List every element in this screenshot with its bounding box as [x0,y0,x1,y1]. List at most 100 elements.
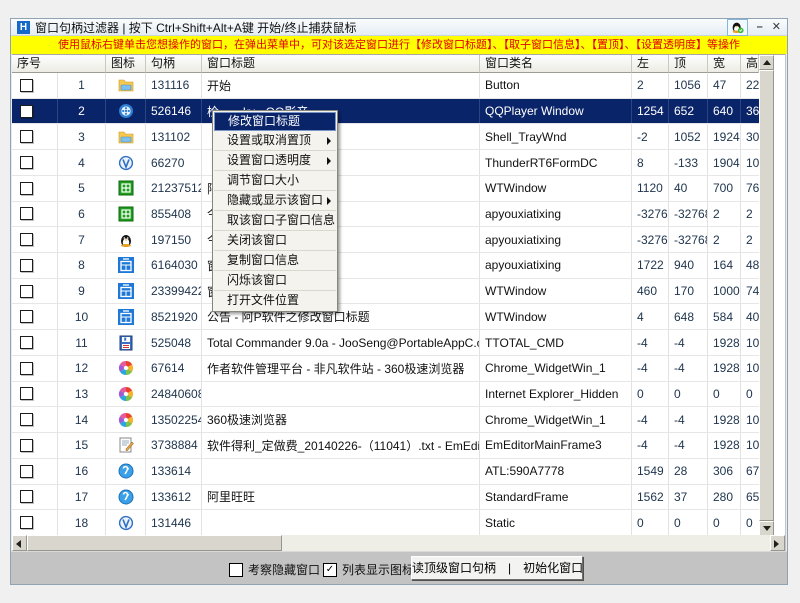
row-checkbox[interactable] [20,259,33,272]
row-checkbox[interactable] [20,336,33,349]
table-row[interactable]: 86164030窗……apyouxiatixing172294016448 [12,253,759,279]
table-cell [106,253,146,278]
row-checkbox[interactable] [20,310,33,323]
row-checkbox[interactable] [20,79,33,92]
table-row[interactable]: 466270ThunderRT6FormDC8-133190410 [12,150,759,176]
row-checkbox[interactable] [20,233,33,246]
table-cell: -32768 [669,202,708,227]
row-checkbox[interactable] [20,362,33,375]
scroll-up-button[interactable] [759,55,774,70]
column-header[interactable]: 序号 [12,55,106,73]
context-menu-item[interactable]: 设置窗口透明度 [214,151,336,171]
table-row[interactable]: 17133612阿里旺旺StandardFrame15623728065 [12,485,759,511]
table-cell: WTWindow [480,304,632,329]
context-menu-item[interactable]: 修改窗口标题 [214,112,336,131]
table-row[interactable]: 11525048Total Commander 9.0a - JooSeng@P… [12,330,759,356]
table-cell: -4 [632,433,669,458]
table-cell: 170 [669,279,708,304]
show-icons-checkbox[interactable] [323,563,337,577]
table-cell [12,202,58,227]
table-row[interactable]: 108521920公告 - 阿P软件之修改窗口标题WTWindow4648584… [12,304,759,330]
row-checkbox[interactable] [20,105,33,118]
row-checkbox[interactable] [20,182,33,195]
vertical-scrollbar[interactable] [759,55,774,536]
row-checkbox[interactable] [20,465,33,478]
table-cell: 67 [741,459,759,484]
table-cell: 47 [708,73,741,98]
table-cell: 7 [58,227,106,252]
table-cell: WTWindow [480,279,632,304]
column-header[interactable]: 窗口标题 [202,55,480,73]
context-menu-item[interactable]: 调节窗口大小 [214,171,336,191]
table-row[interactable]: 6855408今……apyouxiatixing-32768-3276822 [12,202,759,228]
table-cell: 133614 [146,459,202,484]
column-header[interactable]: 顶 [669,55,708,73]
table-cell: 1928 [708,330,741,355]
column-header[interactable]: 窗口类名 [480,55,632,73]
table-cell: 525048 [146,330,202,355]
column-header[interactable]: 句柄 [146,55,202,73]
row-checkbox[interactable] [20,285,33,298]
column-header[interactable]: 宽 [708,55,741,73]
table-row[interactable]: 18131446Static0000 [12,510,759,536]
table-cell: 28 [669,459,708,484]
row-checkbox[interactable] [20,439,33,452]
row-checkbox[interactable] [20,130,33,143]
table-row[interactable]: 1131116开始Button210564722 [12,73,759,99]
horizontal-scrollbar[interactable] [12,535,785,551]
vertical-scroll-thumb[interactable] [759,70,774,521]
table-row[interactable]: 7197150今……apyouxiatixing-32768-3276822 [12,227,759,253]
table-cell: 5 [58,176,106,201]
table-row[interactable]: 1413502254360极速浏览器Chrome_WidgetWin_1-4-4… [12,407,759,433]
row-checkbox[interactable] [20,387,33,400]
scroll-right-button[interactable] [770,535,785,551]
context-menu-item[interactable]: 取该窗口子窗口信息 [214,211,336,231]
row-checkbox[interactable] [20,413,33,426]
table-row[interactable]: 2526146检……kv - QQ影音QQPlayer Window125465… [12,99,759,125]
table-cell [106,150,146,175]
context-menu-item[interactable]: 打开文件位置 [214,291,336,310]
table-row[interactable]: 3131102Shell_TrayWnd-21052192430 [12,124,759,150]
table-cell: 10 [741,433,759,458]
column-header[interactable]: 高 [741,55,759,73]
read-handles-button[interactable]: 读顶级窗口句柄 | 初始化窗口列表 [411,556,583,580]
table-cell: 24840608 [146,382,202,407]
row-checkbox[interactable] [20,156,33,169]
folder-icon [118,129,134,145]
table-cell: 131116 [146,73,202,98]
table-row[interactable]: 1267614作者软件管理平台 - 非凡软件站 - 360极速浏览器Chrome… [12,356,759,382]
context-menu-item[interactable]: 隐藏或显示该窗口 [214,191,336,211]
row-checkbox[interactable] [20,516,33,529]
context-menu-item[interactable]: 设置或取消置顶 [214,131,336,151]
qq-penguin-icon [118,232,134,248]
table-cell: 1928 [708,356,741,381]
close-button[interactable]: ✕ [772,20,781,35]
scroll-down-button[interactable] [759,521,774,536]
qq-status-icon[interactable] [727,19,748,36]
column-header[interactable]: 图标 [106,55,146,73]
table-row[interactable]: 923399422窗……WTWindow460170100074 [12,279,759,305]
horizontal-scroll-thumb[interactable] [27,535,282,551]
table-cell: 1904 [708,150,741,175]
table-cell [12,227,58,252]
context-menu-item[interactable]: 复制窗口信息 [214,251,336,271]
table-cell [106,279,146,304]
table-cell [106,433,146,458]
row-checkbox[interactable] [20,207,33,220]
table-cell: -4 [632,356,669,381]
column-header[interactable]: 左 [632,55,669,73]
scroll-left-button[interactable] [12,535,27,551]
row-checkbox[interactable] [20,490,33,503]
table-row[interactable]: 521237512阿……790042182WTWindow11204070076 [12,176,759,202]
hidden-windows-checkbox[interactable] [229,563,243,577]
window-table: 序号图标句柄窗口标题窗口类名左顶宽高 1131116开始Button210564… [12,54,785,536]
table-cell: 13502254 [146,407,202,432]
table-row[interactable]: 16133614ATL:590A777815492830667 [12,459,759,485]
minimize-button[interactable]: – [757,20,763,35]
context-menu-item[interactable]: 闪烁该窗口 [214,271,336,291]
table-row[interactable]: 153738884软件得利_定做费_20140226-（11041）.txt -… [12,433,759,459]
table-cell: 4 [58,150,106,175]
table-cell: 940 [669,253,708,278]
context-menu-item[interactable]: 关闭该窗口 [214,231,336,251]
table-row[interactable]: 1324840608Internet Explorer_Hidden0000 [12,382,759,408]
